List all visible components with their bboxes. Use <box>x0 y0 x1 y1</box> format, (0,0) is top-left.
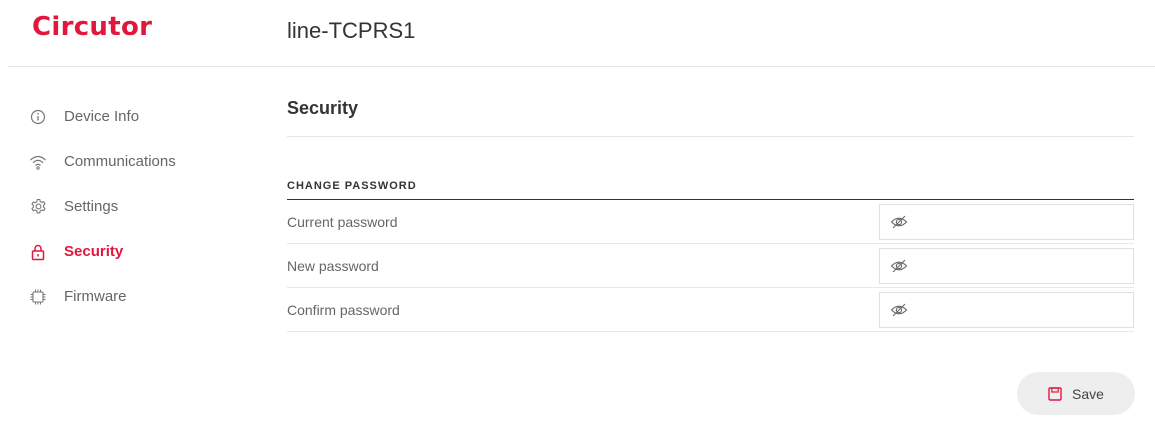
sidebar-item-label: Device Info <box>64 108 140 125</box>
main-panel: Security CHANGE PASSWORD Current passwor… <box>287 94 1134 332</box>
sidebar-item-label: Firmware <box>64 288 127 305</box>
title-divider <box>287 136 1134 137</box>
save-button[interactable]: Save <box>1017 372 1135 415</box>
gear-icon <box>28 197 48 217</box>
header-divider <box>8 66 1155 67</box>
page-title: Security <box>287 98 359 118</box>
sidebar-item-communications[interactable]: Communications <box>28 139 258 184</box>
sidebar-item-label: Communications <box>64 153 176 170</box>
sidebar-item-label: Settings <box>64 198 119 215</box>
new-password-input[interactable] <box>908 248 1133 283</box>
sidebar-item-security[interactable]: Security <box>28 229 258 274</box>
new-password-field <box>879 247 1134 284</box>
current-password-input[interactable] <box>908 204 1133 239</box>
confirm-password-input[interactable] <box>908 292 1133 327</box>
confirm-password-field <box>879 291 1134 328</box>
lock-icon <box>28 242 48 262</box>
info-icon <box>28 107 48 127</box>
new-password-row: New password <box>287 244 1134 288</box>
confirm-password-label: Confirm password <box>287 301 400 318</box>
eye-slash-icon[interactable] <box>890 213 908 231</box>
new-password-label: New password <box>287 257 379 274</box>
section-title: CHANGE PASSWORD <box>287 180 1134 200</box>
device-name: line-TCPRS1 <box>287 18 416 43</box>
wifi-icon <box>28 152 48 172</box>
current-password-field <box>879 203 1134 240</box>
sidebar: Device Info Communications Settings Secu… <box>28 94 258 319</box>
eye-slash-icon[interactable] <box>890 301 908 319</box>
eye-slash-icon[interactable] <box>890 257 908 275</box>
confirm-password-row: Confirm password <box>287 288 1134 332</box>
brand-logo: Circutor <box>32 12 153 42</box>
sidebar-item-device-info[interactable]: Device Info <box>28 94 258 139</box>
sidebar-item-label: Security <box>64 243 124 260</box>
sidebar-item-settings[interactable]: Settings <box>28 184 258 229</box>
current-password-row: Current password <box>287 200 1134 244</box>
current-password-label: Current password <box>287 213 398 230</box>
chip-icon <box>28 287 48 307</box>
sidebar-item-firmware[interactable]: Firmware <box>28 274 258 319</box>
save-button-label: Save <box>1072 385 1104 402</box>
save-icon <box>1048 386 1062 401</box>
